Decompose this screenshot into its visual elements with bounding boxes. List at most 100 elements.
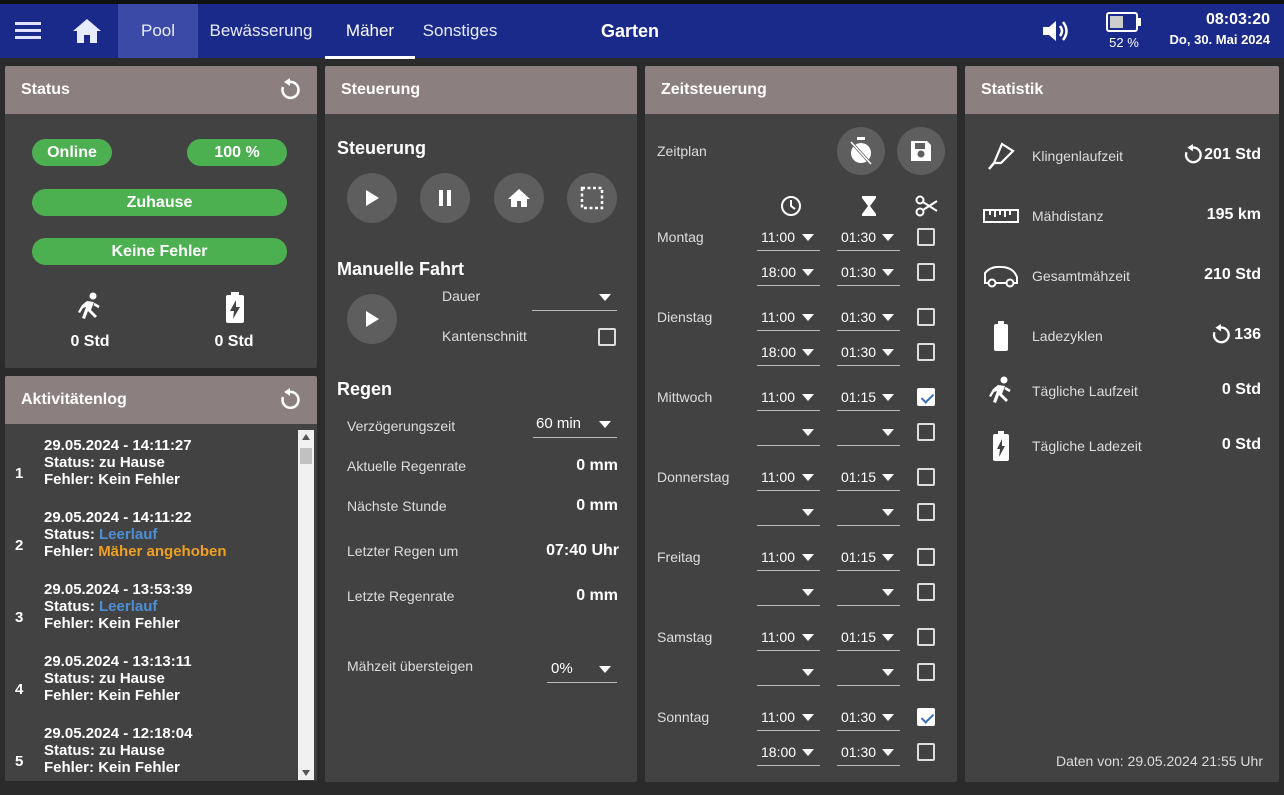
start-time-select[interactable]: 11:00 <box>757 223 820 251</box>
duration-select[interactable]: 01:15 <box>837 623 900 651</box>
edge-cut-checkbox[interactable] <box>917 308 935 326</box>
scrollbar-thumb[interactable] <box>300 448 312 464</box>
log-status: zu Hause <box>99 670 165 687</box>
start-time-select[interactable]: 11:00 <box>757 703 820 731</box>
duration-select[interactable]: 01:30 <box>837 258 900 286</box>
save-button[interactable] <box>897 127 945 175</box>
chevron-down-icon <box>802 349 814 356</box>
log-date: 29.05.2024 - 13:13:11 <box>44 653 192 670</box>
duration-select[interactable]: 01:30 <box>837 703 900 731</box>
play-button[interactable] <box>347 173 397 223</box>
start-time-select[interactable]: 11:00 <box>757 623 820 651</box>
start-time-select[interactable]: 18:00 <box>757 258 820 286</box>
edge-cut-checkbox[interactable] <box>917 583 935 601</box>
log-error-label: Fehler: <box>44 471 95 488</box>
duration-select[interactable] <box>837 418 900 446</box>
chevron-down-icon <box>802 394 814 401</box>
edge-cut-checkbox[interactable] <box>917 343 935 361</box>
duration-select[interactable]: 01:15 <box>837 383 900 411</box>
duration-select[interactable] <box>532 283 617 311</box>
log-date: 29.05.2024 - 12:18:04 <box>44 725 193 742</box>
volume-icon[interactable] <box>1036 4 1076 58</box>
start-time-select[interactable] <box>757 498 820 526</box>
manual-section-title: Manuelle Fahrt <box>337 259 465 279</box>
delay-select[interactable]: 60 min <box>533 410 617 438</box>
clock-icon <box>781 196 801 216</box>
duration-select[interactable] <box>837 498 900 526</box>
duration-select[interactable]: 01:30 <box>837 303 900 331</box>
edge-cut-checkbox[interactable] <box>917 548 935 566</box>
exceed-select[interactable]: 0% <box>547 655 617 683</box>
tab-sonstiges[interactable]: Sonstiges <box>415 4 505 58</box>
edge-cut-checkbox[interactable] <box>917 228 935 246</box>
edge-checkbox[interactable] <box>598 328 616 346</box>
start-time-select[interactable]: 11:00 <box>757 463 820 491</box>
scroll-up-icon[interactable] <box>302 434 310 440</box>
edge-cut-checkbox[interactable] <box>917 423 935 441</box>
tab-bewaesserung[interactable]: Bewässerung <box>198 4 324 58</box>
start-time-select[interactable]: 11:00 <box>757 383 820 411</box>
log-error: Kein Fehler <box>98 615 180 632</box>
refresh-icon[interactable] <box>277 388 301 412</box>
stat-value: 195 km <box>1206 206 1261 223</box>
log-number: 5 <box>15 753 24 770</box>
stat-label: Gesamtmähzeit <box>1032 268 1131 284</box>
duration-select[interactable]: 01:15 <box>837 463 900 491</box>
hourglass-icon <box>862 196 876 216</box>
timer-off-button[interactable] <box>837 127 885 175</box>
duration-select[interactable]: 01:30 <box>837 738 900 766</box>
stat-label: Ladezyklen <box>1032 328 1103 344</box>
start-time-select[interactable]: 18:00 <box>757 738 820 766</box>
tab-maeher[interactable]: Mäher <box>325 4 415 58</box>
start-time-select[interactable]: 11:00 <box>757 543 820 571</box>
stats-footer: Daten von: 29.05.2024 21:55 Uhr <box>1055 753 1263 769</box>
refresh-icon[interactable] <box>277 78 301 102</box>
tab-pool[interactable]: Pool <box>118 4 198 58</box>
edge-cut-checkbox[interactable] <box>917 708 935 726</box>
duration-select[interactable]: 01:15 <box>837 543 900 571</box>
duration-select-value: 01:30 <box>841 263 877 280</box>
manual-play-button[interactable] <box>347 294 397 344</box>
duration-select-value: 01:30 <box>841 228 877 245</box>
pause-button[interactable] <box>420 173 470 223</box>
duration-label: Dauer <box>442 288 481 304</box>
edge-cut-checkbox[interactable] <box>917 388 935 406</box>
home-button[interactable] <box>494 173 544 223</box>
log-list[interactable]: 1 29.05.2024 - 14:11:27 Status: zu Hause… <box>5 426 305 781</box>
start-time-select-value: 11:00 <box>761 628 795 645</box>
start-time-select[interactable] <box>757 418 820 446</box>
edge-cut-checkbox[interactable] <box>917 468 935 486</box>
edge-cut-checkbox[interactable] <box>917 503 935 521</box>
start-time-select[interactable]: 11:00 <box>757 303 820 331</box>
refresh-icon[interactable] <box>1209 324 1231 346</box>
duration-select[interactable] <box>837 578 900 606</box>
duration-select-value: 01:30 <box>841 743 877 760</box>
duration-select[interactable]: 01:30 <box>837 223 900 251</box>
home-icon[interactable] <box>60 4 114 58</box>
charge-time: 0 Std <box>214 333 254 350</box>
refresh-icon[interactable] <box>1181 144 1203 166</box>
edge-cut-checkbox[interactable] <box>917 663 935 681</box>
stat-label: Klingenlaufzeit <box>1032 148 1124 164</box>
start-time-select[interactable]: 18:00 <box>757 338 820 366</box>
log-date: 29.05.2024 - 14:11:22 <box>44 509 192 526</box>
edge-cut-checkbox[interactable] <box>917 628 935 646</box>
chevron-down-icon <box>882 669 894 676</box>
menu-icon[interactable] <box>0 4 58 58</box>
rain-rate-value: 0 mm <box>576 457 618 474</box>
duration-select[interactable]: 01:30 <box>837 338 900 366</box>
duration-select[interactable] <box>837 658 900 686</box>
log-error-label: Fehler: <box>44 759 95 776</box>
log-scrollbar[interactable] <box>298 430 314 780</box>
chevron-down-icon <box>802 554 814 561</box>
area-button[interactable] <box>567 173 617 223</box>
edge-cut-checkbox[interactable] <box>917 743 935 761</box>
chevron-down-icon <box>882 429 894 436</box>
stat-cycles: Ladezyklen 136 <box>965 321 1279 351</box>
scroll-down-icon[interactable] <box>302 770 310 776</box>
edge-cut-checkbox[interactable] <box>917 263 935 281</box>
start-time-select-value: 11:00 <box>761 228 795 245</box>
start-time-select[interactable] <box>757 658 820 686</box>
log-status-label: Status: <box>44 670 95 687</box>
start-time-select[interactable] <box>757 578 820 606</box>
